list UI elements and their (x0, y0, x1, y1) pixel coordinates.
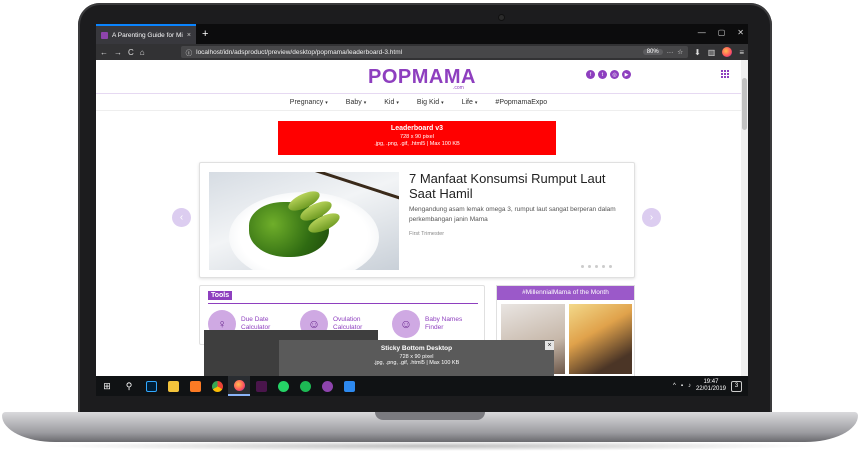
page-actions-icon[interactable]: ··· (667, 49, 674, 56)
screen: A Parenting Guide for Millennial × + — ▢… (96, 24, 748, 396)
slack-icon[interactable] (250, 376, 272, 396)
tab-title: A Parenting Guide for Millennial (112, 31, 183, 39)
carousel-next-button[interactable]: › (642, 208, 661, 227)
webpage: POPMAMA .com f t ◎ ▶ Pregnancy ▾ Baby ▾ Ki… (96, 60, 741, 376)
sticky-close-button[interactable]: × (545, 341, 554, 350)
menu-item-big-kid[interactable]: Big Kid ▾ (417, 99, 444, 106)
hamburger-menu-icon[interactable]: ≡ (739, 48, 744, 57)
purple-app-icon[interactable] (316, 376, 338, 396)
carousel-dots[interactable] (581, 265, 612, 268)
clock-date: 22/01/2019 (695, 386, 726, 392)
laptop-shadow (40, 441, 820, 451)
sticky-bottom-ad[interactable]: Sticky Bottom Desktop 728 x 90 pixel .jp… (279, 340, 554, 376)
start-button[interactable]: ⊞ (96, 376, 118, 396)
chrome-icon[interactable] (206, 376, 228, 396)
file-explorer-icon[interactable] (162, 376, 184, 396)
leaderboard-ad[interactable]: Leaderboard v3 728 x 90 pixel .jpg, .png… (278, 121, 556, 155)
facebook-icon[interactable]: f (586, 70, 595, 79)
firefox-taskbar-icon[interactable] (228, 376, 250, 396)
firefox-account-icon[interactable] (722, 47, 733, 57)
carousel-prev-button[interactable]: ‹ (172, 208, 191, 227)
window-controls: — ▢ ✕ (698, 28, 744, 37)
browser-tab[interactable]: A Parenting Guide for Millennial × (96, 24, 196, 44)
forward-button[interactable]: → (114, 48, 122, 57)
tray-chevron-icon[interactable]: ^ (673, 383, 676, 389)
laptop-notch (375, 412, 485, 420)
leaderboard-title: Leaderboard v3 (390, 125, 444, 132)
article-title[interactable]: 7 Manfaat Konsumsi Rumput Laut Saat Hami… (409, 171, 619, 201)
menu-item-baby[interactable]: Baby ▾ (346, 99, 366, 106)
library-icon[interactable]: ▥ (708, 48, 716, 57)
menu-item-popmama-expo[interactable]: #PopmamaExpo (495, 99, 547, 106)
tab-close-icon[interactable]: × (187, 32, 191, 39)
page-scrollbar[interactable] (741, 60, 748, 376)
home-button[interactable]: ⌂ (140, 48, 145, 57)
address-bar[interactable]: ⓘ localhost/idn/adsproduct/preview/deskt… (180, 46, 689, 58)
system-tray: ^ ▪ ♪ 19:47 22/01/2019 3 (673, 376, 742, 396)
menu-item-kid[interactable]: Kid ▾ (384, 99, 399, 106)
whatsapp-icon[interactable] (272, 376, 294, 396)
clock-time: 19:47 (703, 379, 719, 385)
search-icon[interactable]: ⚲ (118, 376, 140, 396)
spotify-icon[interactable] (294, 376, 316, 396)
blue-app-icon[interactable] (338, 376, 360, 396)
volume-icon[interactable]: ♪ (688, 383, 691, 389)
instagram-icon[interactable]: ◎ (610, 70, 619, 79)
back-button[interactable]: ← (100, 48, 108, 57)
seaweed-salad-image[interactable] (209, 172, 399, 270)
browser-tabbar: A Parenting Guide for Millennial × + — ▢… (96, 24, 748, 44)
window-close-button[interactable]: ✕ (737, 28, 744, 37)
minimize-button[interactable]: — (698, 28, 706, 37)
millennial-mama-heading[interactable]: #MillennialMama of the Month (497, 286, 634, 300)
tools-heading: Tools (208, 291, 233, 300)
article-category[interactable]: First Trimester (409, 231, 444, 237)
youtube-icon[interactable]: ▶ (622, 70, 631, 79)
browser-navbar: ← → C ⌂ ⓘ localhost/idn/adsproduct/previ… (96, 44, 748, 60)
sticky-format: .jpg, .png, .gif, .html5 | Max 100 KB (373, 360, 460, 366)
main-menu: Pregnancy ▾ Baby ▾ Kid ▾ Big Kid ▾ Life ▾ #Po… (96, 94, 741, 111)
leaderboard-format: .jpg, .png, .gif, .html5 | Max 100 KB (374, 141, 460, 147)
camera (499, 15, 504, 20)
url-text[interactable]: localhost/idn/adsproduct/preview/desktop… (196, 49, 639, 56)
windows-taskbar: ⊞ ⚲ ^ ▪ ♪ 19:47 22/01/2019 3 (96, 376, 748, 396)
clock[interactable]: 19:47 22/01/2019 (696, 379, 726, 393)
bookmark-star-icon[interactable]: ☆ (677, 48, 683, 56)
logo-suffix: .com (453, 85, 464, 91)
site-info-icon[interactable]: ⓘ (186, 47, 193, 57)
sticky-title: Sticky Bottom Desktop (380, 345, 453, 352)
network-icon[interactable]: ▪ (681, 383, 683, 389)
toolbar-icons: ⬇ ▥ ≡ (694, 47, 744, 57)
tool-label[interactable]: Baby Names Finder (425, 316, 465, 332)
reload-button[interactable]: C (128, 48, 134, 57)
zoom-level[interactable]: 80% (642, 49, 663, 55)
site-header: POPMAMA .com f t ◎ ▶ (96, 60, 741, 94)
menu-item-life[interactable]: Life ▾ (462, 99, 478, 106)
divider (208, 303, 478, 304)
twitter-icon[interactable]: t (598, 70, 607, 79)
article-description: Mengandung asam lemak omega 3, rumput la… (409, 206, 616, 223)
mama-photo[interactable] (568, 304, 632, 374)
menu-item-pregnancy[interactable]: Pregnancy ▾ (290, 99, 328, 106)
favicon-icon (101, 31, 108, 39)
tool-baby-names[interactable]: ☺ Baby Names Finder (392, 310, 465, 338)
featured-article-card[interactable]: 7 Manfaat Konsumsi Rumput Laut Saat Hami… (199, 162, 635, 278)
downloads-icon[interactable]: ⬇ (694, 48, 701, 57)
notification-icon[interactable]: 3 (731, 380, 742, 392)
maximize-button[interactable]: ▢ (718, 28, 726, 37)
xampp-icon[interactable] (184, 376, 206, 396)
new-tab-button[interactable]: + (202, 28, 208, 40)
apps-grid-icon[interactable] (721, 70, 729, 78)
leaderboard-size: 728 x 90 pixel (400, 134, 434, 140)
photoshop-icon[interactable] (140, 376, 162, 396)
social-links: f t ◎ ▶ (586, 70, 631, 79)
baby-name-icon: ☺ (392, 310, 420, 338)
